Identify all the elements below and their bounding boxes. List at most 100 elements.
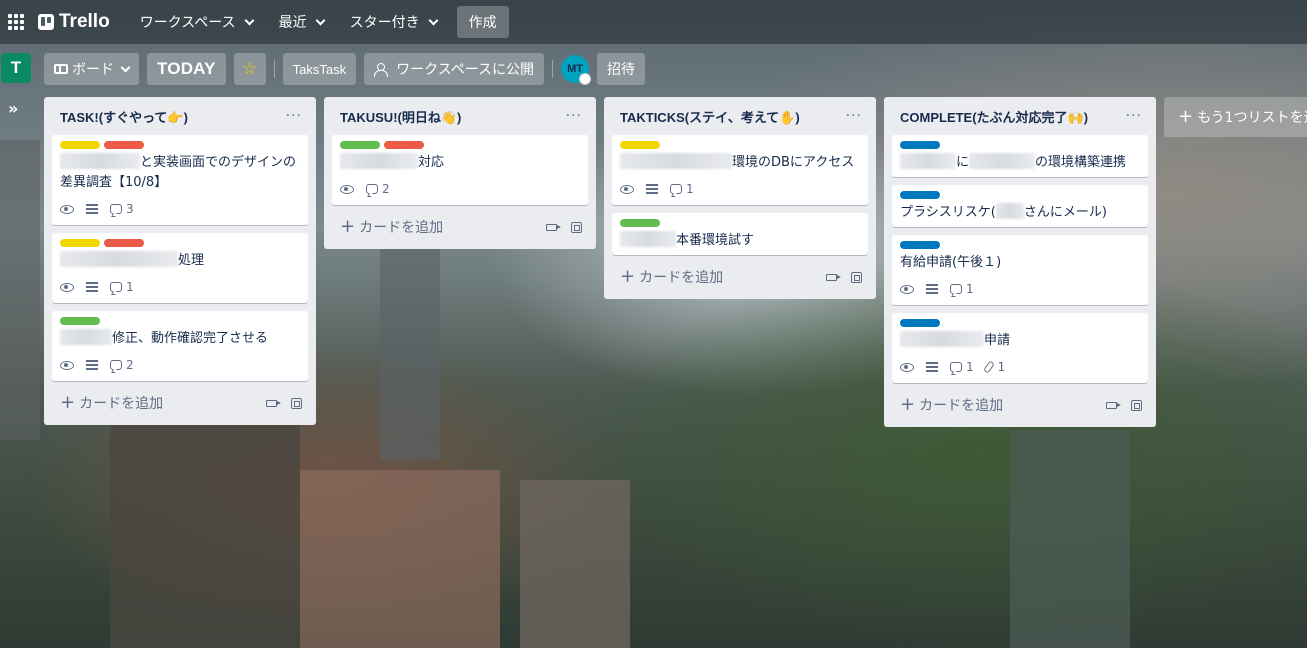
eye-icon [60, 204, 74, 214]
chevron-down-icon [428, 15, 439, 25]
list-title[interactable]: COMPLETE(たぶん対応完了🙌) [900, 107, 1088, 126]
background-building [380, 240, 440, 460]
add-card-button[interactable]: + カードを追加 [900, 395, 1003, 415]
plus-icon: + [620, 266, 636, 287]
label-yellow[interactable] [60, 141, 100, 149]
card-labels [900, 141, 1140, 149]
list-menu-icon[interactable]: ··· [1126, 108, 1142, 124]
admin-badge-icon [579, 73, 592, 85]
card[interactable]: 処理 1 [52, 233, 308, 303]
description-badge [926, 362, 938, 372]
label-red[interactable] [104, 141, 144, 149]
label-green[interactable] [60, 317, 100, 325]
nav-starred-button[interactable]: スター付き [344, 6, 443, 38]
card-badges: 11 [900, 355, 1140, 379]
expand-sidebar-icon[interactable]: » [8, 99, 18, 118]
nav-recent-label: 最近 [278, 15, 307, 31]
workspace-name-button[interactable]: TaksTask [282, 53, 357, 85]
description-icon [86, 360, 98, 370]
label-yellow[interactable] [620, 141, 660, 149]
nav-workspaces-label: ワークスペース [139, 15, 236, 31]
nav-starred-label: スター付き [349, 15, 420, 31]
card-title-text: 環境のDBにアクセス [732, 155, 855, 170]
list-header: TAKTICKS(ステイ、考えて✋) ··· [612, 97, 868, 135]
comments-badge: 1 [670, 182, 694, 196]
label-green[interactable] [340, 141, 380, 149]
add-card-button[interactable]: + カードを追加 [60, 393, 163, 413]
card[interactable]: に の環境構築連携 [892, 135, 1148, 177]
template-icon[interactable] [851, 271, 862, 283]
template-icon[interactable] [571, 221, 582, 233]
label-blue[interactable] [900, 319, 940, 327]
list-column: TASK!(すぐやって👉) ··· と実装画面でのデザインの差異調査【10/8】 3 処… [44, 97, 316, 425]
workspace-avatar[interactable]: T [1, 53, 31, 83]
plus-icon: + [60, 392, 76, 413]
card-title-part: さんにメール) [1023, 205, 1107, 220]
label-blue[interactable] [900, 241, 940, 249]
label-red[interactable] [384, 141, 424, 149]
eye-icon [60, 360, 74, 370]
eye-icon [900, 284, 914, 294]
add-card-button[interactable]: + カードを追加 [340, 217, 443, 237]
list-header: TAKUSU!(明日ね👋) ··· [332, 97, 588, 135]
card[interactable]: 修正、動作確認完了させる 2 [52, 311, 308, 381]
background-building [520, 480, 630, 648]
trello-logo[interactable]: Trello [38, 11, 110, 33]
member-avatar[interactable]: MT [561, 55, 592, 85]
card[interactable]: 申請 1 1 [892, 313, 1148, 383]
visibility-button[interactable]: ワークスペースに公開 [364, 53, 545, 85]
add-card-actions [546, 221, 582, 233]
attachments-badge: 1 [982, 360, 1005, 374]
list-title[interactable]: TAKUSU!(明日ね👋) [340, 107, 461, 126]
nav-workspaces-button[interactable]: ワークスペース [134, 6, 259, 38]
template-icon[interactable] [291, 397, 302, 409]
video-icon[interactable] [1106, 401, 1121, 409]
description-badge [86, 360, 98, 370]
list-menu-icon[interactable]: ··· [566, 108, 582, 124]
add-list-button[interactable]: + もう1つリストを追加 [1164, 97, 1307, 137]
list-menu-icon[interactable]: ··· [286, 108, 302, 124]
card-labels [60, 317, 300, 325]
video-icon[interactable] [546, 223, 561, 231]
template-icon[interactable] [1131, 399, 1142, 411]
label-red[interactable] [104, 239, 144, 247]
card[interactable]: 有給申請(午後１) 1 [892, 235, 1148, 305]
label-green[interactable] [620, 219, 660, 227]
board-title-button[interactable]: TODAY [147, 53, 226, 85]
card-title: 本番環境試す [620, 231, 860, 251]
comment-count: 1 [966, 360, 974, 374]
video-icon[interactable] [826, 273, 841, 281]
add-card-button[interactable]: + カードを追加 [620, 267, 723, 287]
card[interactable]: 環境のDBにアクセス 1 [612, 135, 868, 205]
description-icon [86, 204, 98, 214]
background-building [0, 140, 40, 440]
card[interactable]: プラシスリスケ(さんにメール) [892, 185, 1148, 227]
card-title-text: 申請 [984, 333, 1011, 348]
create-button[interactable]: 作成 [456, 6, 509, 38]
board-view-switcher[interactable]: ボード [44, 53, 139, 85]
description-badge [926, 284, 938, 294]
video-icon[interactable] [266, 399, 281, 407]
comments-badge: 1 [110, 280, 134, 294]
comment-icon [950, 362, 962, 372]
card[interactable]: と実装画面でのデザインの差異調査【10/8】 3 [52, 135, 308, 225]
label-yellow[interactable] [60, 239, 100, 247]
list-title[interactable]: TASK!(すぐやって👉) [60, 107, 188, 126]
star-board-button[interactable]: ☆ [233, 53, 266, 85]
plus-icon: + [1178, 106, 1194, 127]
card[interactable]: 本番環境試す [612, 213, 868, 255]
nav-recent-button[interactable]: 最近 [273, 6, 330, 38]
card-title-part: の環境構築連携 [1035, 155, 1127, 170]
comments-badge: 2 [366, 182, 390, 196]
card[interactable]: 対応 2 [332, 135, 588, 205]
label-blue[interactable] [900, 191, 940, 199]
apps-grid-icon[interactable] [8, 14, 24, 30]
invite-button[interactable]: 招待 [597, 53, 646, 85]
list-title[interactable]: TAKTICKS(ステイ、考えて✋) [620, 107, 800, 126]
redacted-text [60, 251, 178, 267]
card-title-text: 有給申請(午後１) [900, 255, 1002, 270]
label-blue[interactable] [900, 141, 940, 149]
card-labels [620, 141, 860, 149]
list-header: COMPLETE(たぶん対応完了🙌) ··· [892, 97, 1148, 135]
list-menu-icon[interactable]: ··· [846, 108, 862, 124]
